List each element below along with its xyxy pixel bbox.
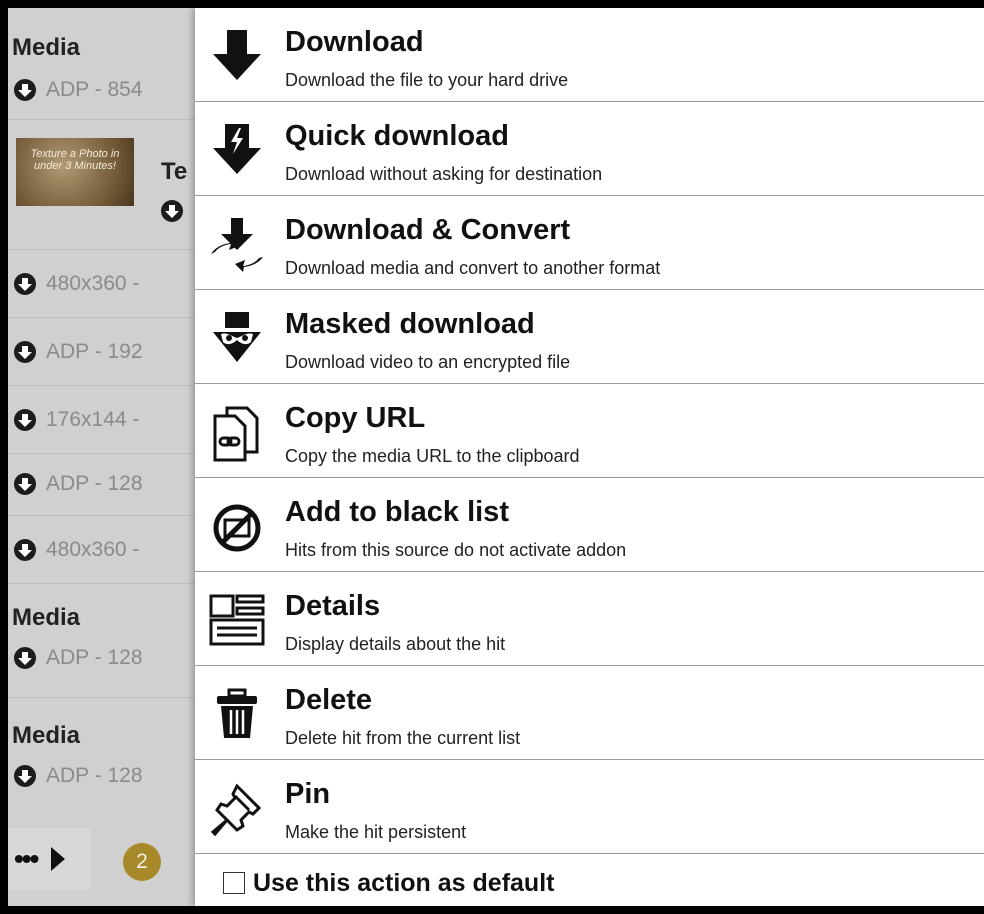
app-frame: Media ADP - 854 Texture a Photo in under…	[8, 8, 984, 906]
action-download-convert[interactable]: Download & Convert Download media and co…	[195, 196, 984, 290]
hit-entry[interactable]: ADP - 192	[14, 340, 143, 364]
group-title: Media	[12, 722, 81, 749]
hit-entry[interactable]: 480x360 -	[14, 538, 139, 562]
download-circle-icon	[14, 647, 36, 669]
hit-entry-label: ADP - 128	[46, 764, 143, 787]
action-description: Make the hit persistent	[285, 822, 467, 842]
action-details[interactable]: Details Display details about the hit	[195, 572, 984, 666]
footer-controls: •••	[8, 828, 90, 890]
download-circle-icon	[14, 409, 36, 431]
action-blacklist[interactable]: Add to black list Hits from this source …	[195, 478, 984, 572]
action-label: Copy URL	[285, 402, 426, 434]
action-menu: Download Download the file to your hard …	[195, 8, 984, 906]
action-description: Hits from this source do not activate ad…	[285, 540, 627, 560]
download-circle-icon	[161, 200, 183, 222]
action-description: Download without asking for destination	[285, 164, 603, 184]
group-title: Media	[12, 34, 81, 61]
action-quick-download[interactable]: Quick download Download without asking f…	[195, 102, 984, 196]
action-description: Download the file to your hard drive	[285, 70, 569, 90]
action-label: Masked download	[285, 308, 535, 340]
download-circle-icon	[14, 341, 36, 363]
download-circle-icon	[14, 765, 36, 787]
download-convert-icon	[211, 218, 263, 272]
details-icon	[209, 594, 265, 646]
trash-icon	[217, 688, 257, 738]
more-button[interactable]: •••	[14, 843, 39, 875]
masked-download-icon	[213, 312, 261, 362]
action-description: Copy the media URL to the clipboard	[285, 446, 580, 466]
action-label: Delete	[285, 684, 373, 716]
download-circle-icon	[14, 539, 36, 561]
hit-entry[interactable]: 480x360 -	[14, 272, 139, 296]
download-circle-icon	[14, 79, 36, 101]
play-icon[interactable]	[51, 847, 66, 871]
hit-title: Te	[161, 158, 188, 185]
default-action-label: Use this action as default	[253, 868, 555, 897]
action-description: Delete hit from the current list	[285, 728, 521, 748]
video-thumbnail: Texture a Photo in under 3 Minutes!	[16, 138, 134, 206]
hit-entry-label: 480x360 -	[46, 272, 140, 295]
action-description: Download video to an encrypted file	[285, 352, 571, 372]
hit-entry-row[interactable]: 480x360 -	[8, 250, 196, 318]
action-label: Quick download	[285, 120, 509, 152]
quick-download-icon	[213, 124, 261, 174]
hit-entry-row[interactable]: ADP - 128	[8, 454, 196, 516]
hit-entry-row[interactable]: 480x360 -	[8, 516, 196, 584]
hit-entry-label: 480x360 -	[46, 538, 140, 561]
hit-group-thumbnail[interactable]: Texture a Photo in under 3 Minutes! Te	[8, 120, 196, 250]
action-label: Download	[285, 26, 424, 58]
action-label: Add to black list	[285, 496, 509, 528]
hit-entry-label: ADP - 128	[46, 472, 143, 495]
action-description: Download media and convert to another fo…	[285, 258, 661, 278]
action-pin[interactable]: Pin Make the hit persistent	[195, 760, 984, 854]
pin-icon	[210, 783, 262, 837]
action-label: Pin	[285, 778, 331, 810]
action-label: Download & Convert	[285, 214, 571, 246]
hit-group[interactable]: Media ADP - 128	[8, 698, 196, 816]
hit-entry-row[interactable]: 176x144 -	[8, 386, 196, 454]
hit-entry[interactable]: ADP - 854	[14, 78, 143, 102]
hit-entry-label: ADP - 128	[46, 646, 143, 669]
hit-entry-label: ADP - 854	[46, 78, 143, 101]
action-label: Details	[285, 590, 381, 622]
blacklist-icon	[213, 504, 261, 552]
hit-entry-label: 176x144 -	[46, 408, 140, 431]
action-delete[interactable]: Delete Delete hit from the current list	[195, 666, 984, 760]
hit-group[interactable]: Media ADP - 128	[8, 584, 196, 698]
hit-entry[interactable]: ADP - 128	[14, 646, 143, 670]
download-circle-icon	[14, 473, 36, 495]
action-masked-download[interactable]: Masked download Download video to an enc…	[195, 290, 984, 384]
hit-entry-row[interactable]: ADP - 192	[8, 318, 196, 386]
group-title: Media	[12, 604, 81, 631]
hit-entry[interactable]: ADP - 128	[14, 472, 143, 496]
action-description: Display details about the hit	[285, 634, 506, 654]
hit-group[interactable]: Media ADP - 854	[8, 8, 196, 120]
hit-count-badge[interactable]: 2	[123, 843, 161, 881]
default-action-option[interactable]: Use this action as default	[195, 860, 984, 906]
copy-url-icon	[213, 406, 259, 462]
action-copy-url[interactable]: Copy URL Copy the media URL to the clipb…	[195, 384, 984, 478]
hit-entry-label: ADP - 192	[46, 340, 143, 363]
download-icon	[213, 30, 261, 80]
download-circle-icon	[14, 273, 36, 295]
default-action-checkbox[interactable]	[223, 872, 245, 894]
hit-list: Media ADP - 854 Texture a Photo in under…	[8, 8, 196, 906]
action-download[interactable]: Download Download the file to your hard …	[195, 8, 984, 102]
hit-entry[interactable]: 176x144 -	[14, 408, 139, 432]
hit-entry[interactable]: ADP - 128	[14, 764, 143, 788]
